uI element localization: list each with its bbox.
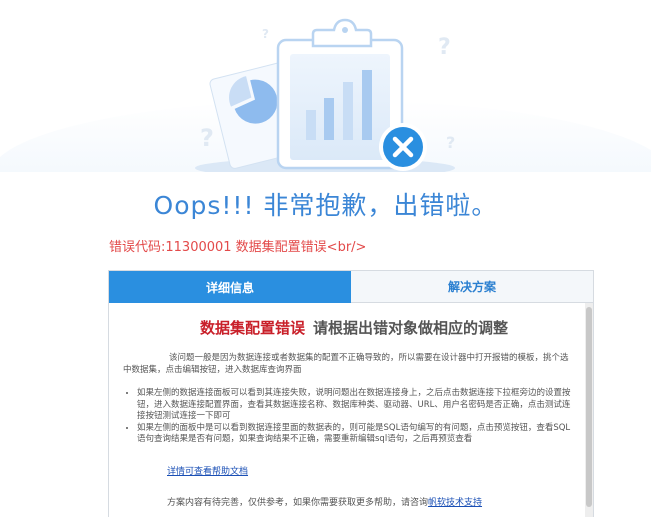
svg-text:?: ? [446, 133, 455, 152]
solution-list: 如果左侧的数据连接面板可以看到其连接失败，说明问题出在数据连接身上，之后点击数据… [123, 388, 575, 446]
list-item: 如果左侧的数据连接面板可以看到其连接失败，说明问题出在数据连接身上，之后点击数据… [137, 388, 575, 423]
svg-text:?: ? [200, 124, 214, 152]
heading-instruction: 请根据出错对象做相应的调整 [313, 319, 509, 337]
error-detail-panel: 详细信息 解决方案 数据集配置错误 请根据出错对象做相应的调整 该问题一般是因为数… [108, 270, 594, 517]
tab-content: 数据集配置错误 请根据出错对象做相应的调整 该问题一般是因为数据连接或者数据集的配… [109, 303, 593, 517]
content-heading: 数据集配置错误 请根据出错对象做相应的调整 [133, 317, 575, 338]
scrollbar-thumb[interactable] [586, 307, 592, 507]
footer-note: 方案内容有待完善，仅供参考，如果你需要获取更多帮助，请咨询帆软技术支持 [167, 495, 575, 508]
tab-bar: 详细信息 解决方案 [109, 271, 593, 303]
help-doc-link[interactable]: 详情可查看帮助文档 [167, 464, 248, 477]
close-icon [379, 123, 427, 171]
tech-support-link[interactable]: 帆软技术支持 [428, 498, 482, 508]
explanation-paragraph: 该问题一般是因为数据连接或者数据集的配置不正确导致的，所以需要在设计器中打开报错… [123, 353, 569, 375]
svg-text:?: ? [262, 27, 269, 41]
error-illustration: ? ? ? ? [0, 0, 651, 172]
svg-text:?: ? [438, 35, 451, 60]
error-name: 数据集配置错误 [199, 319, 305, 337]
error-code-line: 错误代码:11300001 数据集配置错误<br/> [109, 240, 367, 255]
page-title: Oops!!! 非常抱歉，出错啦。 [153, 191, 498, 220]
footer-text: 方案内容有待完善，仅供参考，如果你需要获取更多帮助，请咨询 [167, 497, 429, 508]
list-item: 如果左侧的面板中是可以看到数据连接里面的数据表的，则可能是SQL语句编写的有问题… [137, 423, 575, 446]
vertical-scrollbar[interactable] [585, 303, 593, 517]
tab-solution[interactable]: 解决方案 [351, 271, 593, 303]
tab-details[interactable]: 详细信息 [109, 271, 351, 303]
